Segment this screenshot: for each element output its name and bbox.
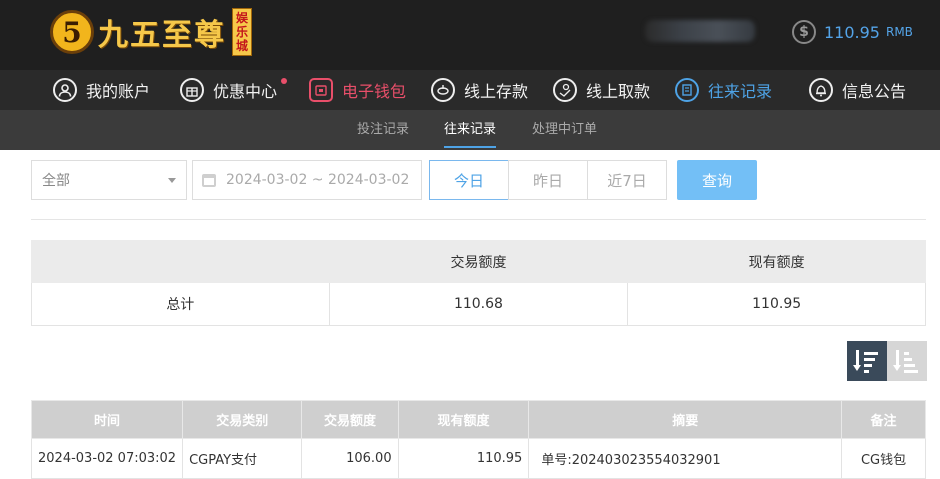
records-icon [675,78,699,102]
nav-item-wallet[interactable]: 电子钱包 [309,70,406,110]
notification-dot [281,78,288,84]
col-header-time[interactable]: 时间 [30,400,184,439]
balance-value: 110.95 [824,22,880,42]
balance-unit: RMB [885,25,913,39]
summary-row: 总计 110.68 110.95 [31,282,926,326]
date-range-input[interactable]: 2024-03-02 ~ 2024-03-02 [192,160,422,200]
range-7days-button[interactable]: 近7日 [587,160,667,200]
logo-tag: 娱 乐 城 [232,8,252,56]
deposit-icon [431,78,455,102]
cell-balance: 110.95 [397,438,530,479]
summary-header-row: 交易额度 现有额度 [31,240,926,283]
range-today-button[interactable]: 今日 [429,160,509,200]
nav-item-records[interactable]: 往来记录 [675,70,772,110]
nav-item-account[interactable]: 我的账户 [53,70,150,110]
wallet-icon [309,78,333,102]
logo-name: 九五至尊 [98,18,226,53]
user-icon [53,78,77,102]
site-logo[interactable]: 5 九五至尊 娱 乐 城 [50,6,252,58]
summary-total-label: 总计 [31,282,330,326]
bell-icon [809,78,833,102]
sub-nav: 投注记录 往来记录 处理中订单 [0,110,940,150]
range-yesterday-button[interactable]: 昨日 [508,160,588,200]
top-header: 5 九五至尊 娱 乐 城 $ 110.95 RMB [0,0,940,70]
nav-item-announcements[interactable]: 信息公告 [809,70,906,110]
summary-table: 交易额度 现有额度 总计 110.68 110.95 [31,240,926,326]
type-select[interactable]: 全部 [31,160,187,200]
table-row[interactable]: 2024-03-02 07:03:02 CGPAY支付 106.00 110.9… [30,438,926,479]
summary-total-balance: 110.95 [627,282,926,326]
sort-desc-button[interactable] [847,341,887,381]
cell-time: 2024-03-02 07:03:02 [30,438,184,479]
dollar-icon: $ [792,20,816,44]
logo-mark: 5 [50,10,94,54]
nav-item-promotions[interactable]: 优惠中心 [180,70,288,110]
records-table: 时间 交易类别 交易额度 现有额度 摘要 备注 2024-03-02 07:03… [30,400,926,479]
nav-item-withdraw[interactable]: 线上取款 [553,70,650,110]
col-header-remark[interactable]: 备注 [841,400,926,439]
cell-amount: 106.00 [301,438,399,479]
col-header-summary[interactable]: 摘要 [528,400,843,439]
col-header-balance[interactable]: 现有额度 [397,400,530,439]
type-select-value: 全部 [42,173,70,189]
withdraw-icon [553,78,577,102]
sort-asc-icon [893,350,920,373]
divider [31,219,926,220]
date-range-value: 2024-03-02 ~ 2024-03-02 [226,172,410,188]
query-button[interactable]: 查询 [677,160,757,200]
masked-username [645,20,755,42]
gift-icon [180,78,204,102]
summary-header-balance: 现有额度 [627,240,926,283]
tab-pending-orders[interactable]: 处理中订单 [532,110,597,150]
nav-item-deposit[interactable]: 线上存款 [431,70,528,110]
sort-desc-icon [853,350,880,373]
cell-remark: CG钱包 [841,438,926,479]
summary-header-amount: 交易额度 [328,240,629,283]
cell-summary: 单号:202403023554032901 [528,438,843,479]
tab-transaction-records[interactable]: 往来记录 [444,110,497,150]
main-nav: 我的账户 优惠中心 电子钱包 线上存款 线上取款 往来记录 信息公告 [0,70,940,110]
col-header-type[interactable]: 交易类别 [182,400,303,439]
summary-header-label [31,240,330,283]
cell-type: CGPAY支付 [182,438,303,479]
summary-total-amount: 110.68 [328,282,629,326]
records-header-row: 时间 交易类别 交易额度 现有额度 摘要 备注 [30,400,926,439]
col-header-amount[interactable]: 交易额度 [301,400,399,439]
sort-asc-button[interactable] [887,341,927,381]
tab-bet-records[interactable]: 投注记录 [357,110,409,150]
balance-display: $ 110.95 RMB [792,20,913,44]
calendar-icon [202,173,216,187]
chevron-down-icon [168,178,176,183]
